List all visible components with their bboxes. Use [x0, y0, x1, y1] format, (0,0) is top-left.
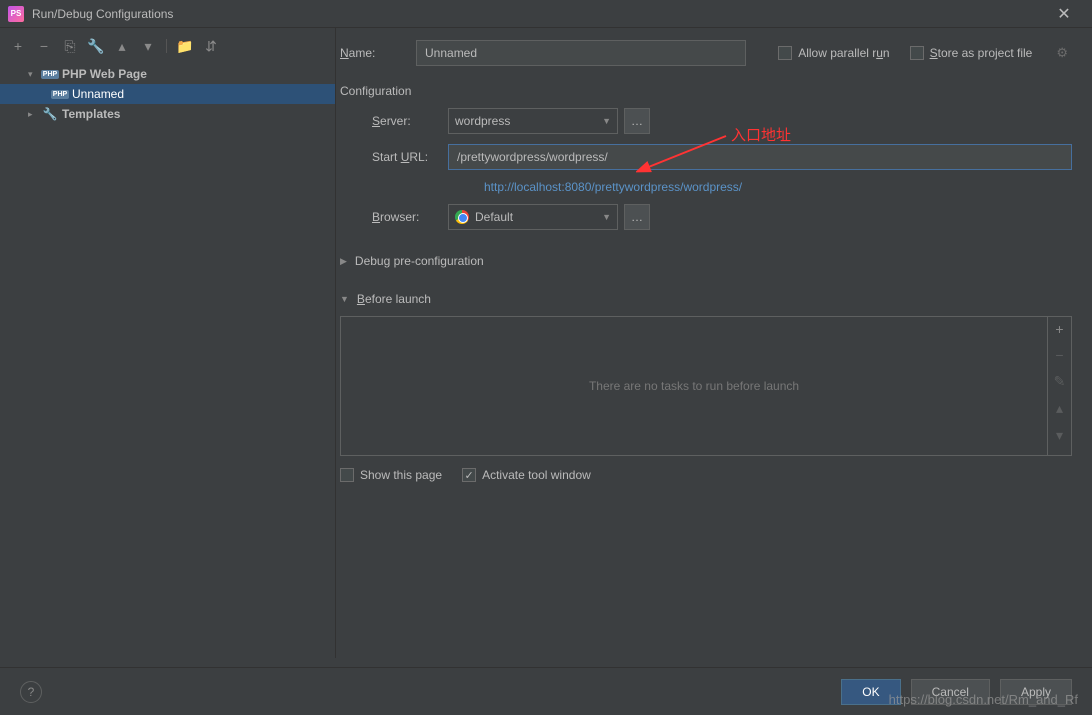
edit-task-icon: ✎ — [1054, 373, 1066, 390]
tasks-empty-text: There are no tasks to run before launch — [341, 317, 1047, 455]
help-button[interactable]: ? — [20, 681, 42, 703]
app-icon: PS — [8, 6, 24, 22]
tree-label: PHP Web Page — [62, 67, 147, 81]
window-title: Run/Debug Configurations — [32, 7, 1044, 21]
config-toolbar: + − ⎘ 🔧 ▴ ▾ 📁 ⇵ — [0, 34, 335, 62]
store-project-label: Store as project file — [930, 46, 1033, 60]
browser-browse-button[interactable]: … — [624, 204, 650, 230]
chevron-down-icon: ▾ — [28, 69, 38, 80]
checkbox-icon — [340, 468, 354, 482]
name-row: Name: Allow parallel run Store as projec… — [336, 40, 1072, 66]
server-select[interactable]: wordpress ▼ — [448, 108, 618, 134]
expand-icon[interactable]: ⇵ — [203, 38, 219, 54]
chevron-right-icon: ▸ — [28, 109, 38, 120]
chrome-icon — [455, 210, 469, 224]
folder-icon[interactable]: 📁 — [177, 38, 193, 54]
titlebar: PS Run/Debug Configurations ✕ — [0, 0, 1092, 28]
activate-tool-checkbox[interactable]: Activate tool window — [462, 468, 591, 482]
allow-parallel-checkbox[interactable]: Allow parallel run — [778, 46, 889, 60]
wrench-icon: 🔧 — [42, 107, 58, 121]
store-project-checkbox[interactable]: Store as project file — [910, 46, 1033, 60]
cancel-button[interactable]: Cancel — [911, 679, 990, 705]
dialog-footer: ? OK Cancel Apply — [0, 667, 1092, 715]
configuration-section: Configuration — [340, 84, 1072, 98]
up-task-icon: ▴ — [1056, 400, 1063, 417]
add-icon[interactable]: + — [10, 38, 26, 54]
settings-icon[interactable]: 🔧 — [88, 38, 104, 54]
down-icon[interactable]: ▾ — [140, 38, 156, 54]
activate-tool-label: Activate tool window — [482, 468, 591, 482]
browser-select[interactable]: Default ▼ — [448, 204, 618, 230]
browser-value: Default — [475, 210, 602, 224]
allow-parallel-label: Allow parallel run — [798, 46, 889, 60]
up-icon[interactable]: ▴ — [114, 38, 130, 54]
browser-label: Browser: — [372, 210, 448, 224]
chevron-right-icon: ▶ — [340, 256, 347, 267]
left-panel: + − ⎘ 🔧 ▴ ▾ 📁 ⇵ ▾ PHP PHP Web Page PHP U… — [0, 28, 336, 658]
checkbox-checked-icon — [462, 468, 476, 482]
right-panel: Name: Allow parallel run Store as projec… — [336, 28, 1092, 658]
url-row: Start URL: — [372, 144, 1072, 170]
checkbox-icon — [778, 46, 792, 60]
down-task-icon: ▾ — [1056, 427, 1063, 444]
close-icon[interactable]: ✕ — [1044, 4, 1084, 24]
chevron-down-icon: ▼ — [340, 294, 349, 304]
resolved-url-link[interactable]: http://localhost:8080/prettywordpress/wo… — [484, 180, 1072, 194]
checkbox-icon — [910, 46, 924, 60]
tree-unnamed[interactable]: PHP Unnamed — [0, 84, 335, 104]
name-label: Name: — [336, 46, 416, 60]
chevron-down-icon: ▼ — [602, 212, 611, 222]
tasks-toolbar: + − ✎ ▴ ▾ — [1047, 317, 1071, 455]
apply-button[interactable]: Apply — [1000, 679, 1072, 705]
debug-pre-label: Debug pre-configuration — [355, 254, 484, 268]
show-page-label: Show this page — [360, 468, 442, 482]
tree-templates[interactable]: ▸ 🔧 Templates — [0, 104, 335, 124]
php-icon: PHP — [52, 87, 68, 101]
toolbar-separator — [166, 39, 167, 53]
name-input[interactable] — [416, 40, 746, 66]
remove-task-icon: − — [1055, 347, 1063, 363]
ok-button[interactable]: OK — [841, 679, 900, 705]
show-page-checkbox[interactable]: Show this page — [340, 468, 442, 482]
start-url-input[interactable] — [448, 144, 1072, 170]
server-row: Server: wordpress ▼ … — [372, 108, 1072, 134]
server-label: Server: — [372, 114, 448, 128]
server-value: wordpress — [455, 114, 602, 128]
tasks-list: There are no tasks to run before launch … — [340, 316, 1072, 456]
url-label: Start URL: — [372, 150, 448, 164]
php-icon: PHP — [42, 67, 58, 81]
add-task-icon[interactable]: + — [1055, 321, 1063, 337]
debug-pre-section[interactable]: ▶ Debug pre-configuration — [340, 254, 1072, 268]
copy-icon[interactable]: ⎘ — [62, 38, 78, 54]
tree-label: Templates — [62, 107, 120, 121]
before-launch-section[interactable]: ▼ Before launch — [340, 292, 1072, 306]
before-launch-label: Before launch — [357, 292, 431, 306]
gear-icon[interactable]: ⚙ — [1056, 45, 1068, 61]
tree-php-web-page[interactable]: ▾ PHP PHP Web Page — [0, 64, 335, 84]
browser-row: Browser: Default ▼ … — [372, 204, 1072, 230]
remove-icon[interactable]: − — [36, 38, 52, 54]
tree-label: Unnamed — [72, 87, 124, 101]
config-tree: ▾ PHP PHP Web Page PHP Unnamed ▸ 🔧 Templ… — [0, 62, 335, 126]
chevron-down-icon: ▼ — [602, 116, 611, 126]
server-browse-button[interactable]: … — [624, 108, 650, 134]
